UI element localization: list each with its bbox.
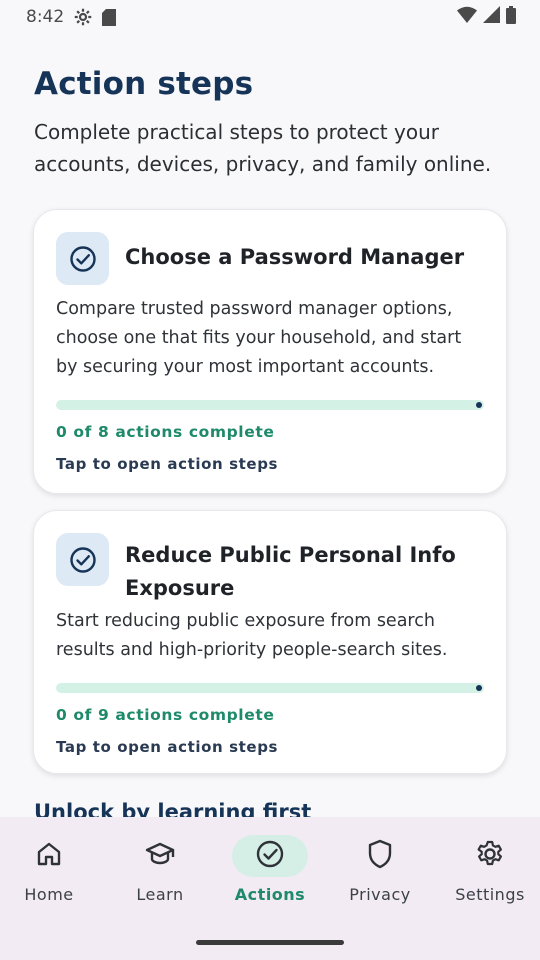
action-card-reduce-public-info[interactable]: Reduce Public Personal Info Exposure Sta… bbox=[33, 510, 507, 774]
card-title: Choose a Password Manager bbox=[125, 245, 465, 269]
nav-item-settings[interactable]: Settings bbox=[435, 835, 540, 925]
card-hint: Tap to open action steps bbox=[56, 738, 279, 756]
progress-bar bbox=[56, 400, 484, 410]
nav-label: Settings bbox=[455, 885, 525, 904]
nav-label: Privacy bbox=[349, 885, 411, 904]
status-time: 8:42 bbox=[26, 7, 65, 27]
wifi-icon bbox=[457, 6, 477, 28]
progress-text: 0 of 8 actions complete bbox=[56, 423, 275, 441]
nav-label: Actions bbox=[234, 885, 306, 904]
graduation-cap-icon bbox=[145, 840, 175, 872]
sd-card-icon bbox=[102, 8, 117, 26]
page-subtitle: Complete practical steps to protect your… bbox=[34, 120, 492, 176]
bottom-navigation: Home Learn Actions Privacy Settings bbox=[0, 817, 540, 960]
card-title: Reduce Public Personal Info Exposure bbox=[125, 543, 456, 600]
check-circle-icon bbox=[56, 232, 109, 285]
nav-label: Home bbox=[24, 885, 74, 904]
nav-item-learn[interactable]: Learn bbox=[105, 835, 215, 925]
progress-bar bbox=[56, 683, 484, 693]
card-description: Compare trusted password manager options… bbox=[56, 299, 462, 377]
check-circle-icon bbox=[56, 533, 109, 586]
gear-icon bbox=[475, 839, 505, 873]
shield-icon bbox=[367, 839, 393, 873]
battery-icon bbox=[506, 5, 516, 29]
card-description: Start reducing public exposure from sear… bbox=[56, 611, 448, 660]
page-title: Action steps bbox=[34, 66, 254, 102]
nav-item-actions[interactable]: Actions bbox=[215, 835, 325, 925]
home-icon bbox=[35, 840, 63, 872]
action-card-password-manager[interactable]: Choose a Password Manager Compare truste… bbox=[33, 209, 507, 494]
check-circle-icon bbox=[255, 839, 285, 873]
nav-item-privacy[interactable]: Privacy bbox=[325, 835, 435, 925]
progress-text: 0 of 9 actions complete bbox=[56, 706, 275, 724]
card-hint: Tap to open action steps bbox=[56, 455, 279, 473]
cell-signal-icon bbox=[483, 6, 500, 28]
home-indicator-bar[interactable] bbox=[196, 940, 344, 945]
progress-end-dot bbox=[476, 685, 482, 691]
nav-item-home[interactable]: Home bbox=[0, 835, 104, 925]
status-bar: 8:42 bbox=[0, 0, 540, 34]
nav-label: Learn bbox=[136, 885, 184, 904]
progress-end-dot bbox=[476, 402, 482, 408]
settings-gear-status-icon bbox=[74, 8, 92, 26]
